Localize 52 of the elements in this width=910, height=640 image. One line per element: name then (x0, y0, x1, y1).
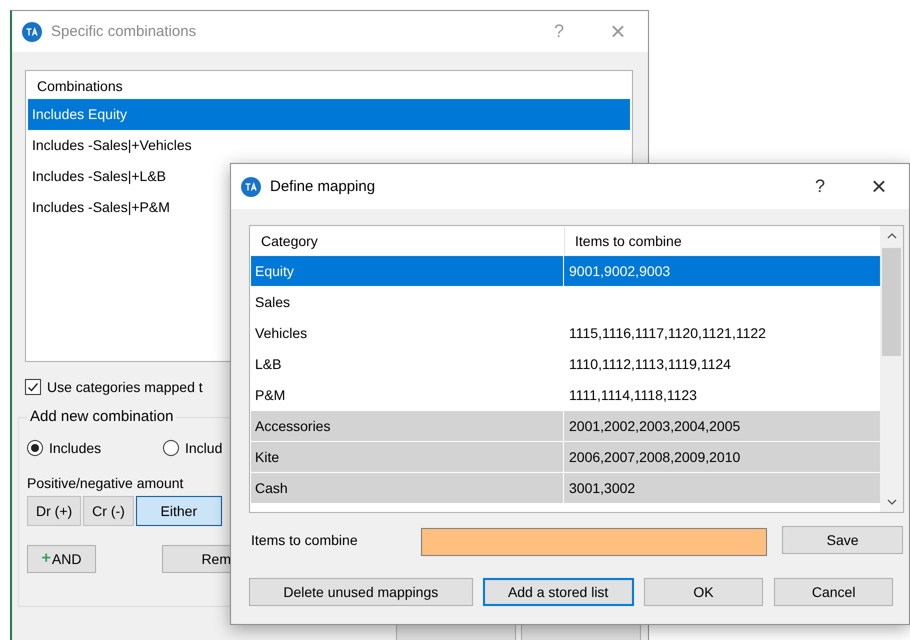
save-button[interactable]: Save (782, 526, 903, 554)
dialog-button[interactable]: Cancel (774, 578, 893, 606)
checkbox-label: Use categories mapped t (47, 379, 203, 395)
dialog-button[interactable]: Delete unused mappings (249, 578, 473, 606)
table-row[interactable]: Accessories 2001,2002,2003,2004,2005 (251, 411, 880, 442)
remove-button[interactable]: Rem (162, 545, 231, 573)
close-button[interactable]: × (859, 171, 899, 202)
and-button[interactable]: +AND (27, 545, 96, 573)
radio-label: Includes (49, 440, 102, 456)
table-cell-text: 1110,1112,1113,1119,1124 (568, 355, 732, 374)
column-header[interactable]: Items to combine (565, 227, 682, 256)
table-cell-text: 1111,1114,1118,1123 (568, 386, 698, 405)
table-cell-text: 9001,9002,9003 (568, 262, 672, 281)
table-row[interactable]: Cash 3001,3002 (251, 473, 880, 504)
table-cell: L&B (251, 349, 564, 379)
window-title: Specific combinations (51, 23, 198, 40)
input-field[interactable] (420, 528, 768, 556)
table-cell: Cash (251, 473, 564, 503)
dialog-button[interactable]: Add a stored list (482, 578, 634, 606)
table-row[interactable]: Vehicles 1115,1116,1117,1120,1121,1122 (251, 318, 880, 349)
app-logo-icon (22, 22, 42, 42)
field-label: Items to combine (250, 532, 359, 548)
radio-label: Includ (185, 440, 222, 456)
table-row[interactable]: Sales (251, 287, 880, 318)
table-cell-text: 2006,2007,2008,2009,2010 (568, 448, 742, 467)
window-title: Define mapping (270, 178, 376, 195)
checkbox[interactable] (25, 379, 41, 395)
radio-button[interactable] (27, 440, 43, 456)
list-header: Combinations (36, 77, 124, 96)
toggle-button[interactable]: Either (136, 496, 222, 526)
help-button[interactable]: ? (800, 176, 840, 197)
dialog-button[interactable]: OK (644, 578, 764, 606)
table-cell-text: 1115,1116,1117,1120,1121,1122 (568, 324, 767, 343)
table-cell-text: 2001,2002,2003,2004,2005 (568, 417, 742, 436)
amount-label: Positive/negative amount (27, 475, 184, 493)
table-cell-text: 3001,3002 (568, 479, 636, 498)
table-row[interactable]: Equity 9001,9002,9003 (251, 256, 880, 287)
table-cell: Accessories (251, 411, 564, 441)
list-item[interactable]: Includes -Sales|+Vehicles (28, 130, 630, 161)
app-logo-icon (241, 176, 261, 196)
table-cell: Kite (251, 442, 564, 472)
table-row[interactable]: L&B 1110,1112,1113,1119,1124 (251, 349, 880, 380)
list-item[interactable]: Includes Equity (28, 99, 630, 130)
toggle-button[interactable]: Dr (+) (27, 496, 82, 526)
table-cell: Vehicles (251, 318, 564, 348)
table-row[interactable]: Kite 2006,2007,2008,2009,2010 (251, 442, 880, 473)
table-cell: P&M (251, 380, 564, 410)
radio-button[interactable] (163, 440, 179, 456)
scrollbar[interactable] (880, 226, 903, 512)
table-cell: Equity (251, 256, 564, 286)
toggle-button[interactable]: Cr (-) (83, 496, 134, 526)
table-cell: Sales (251, 287, 564, 317)
